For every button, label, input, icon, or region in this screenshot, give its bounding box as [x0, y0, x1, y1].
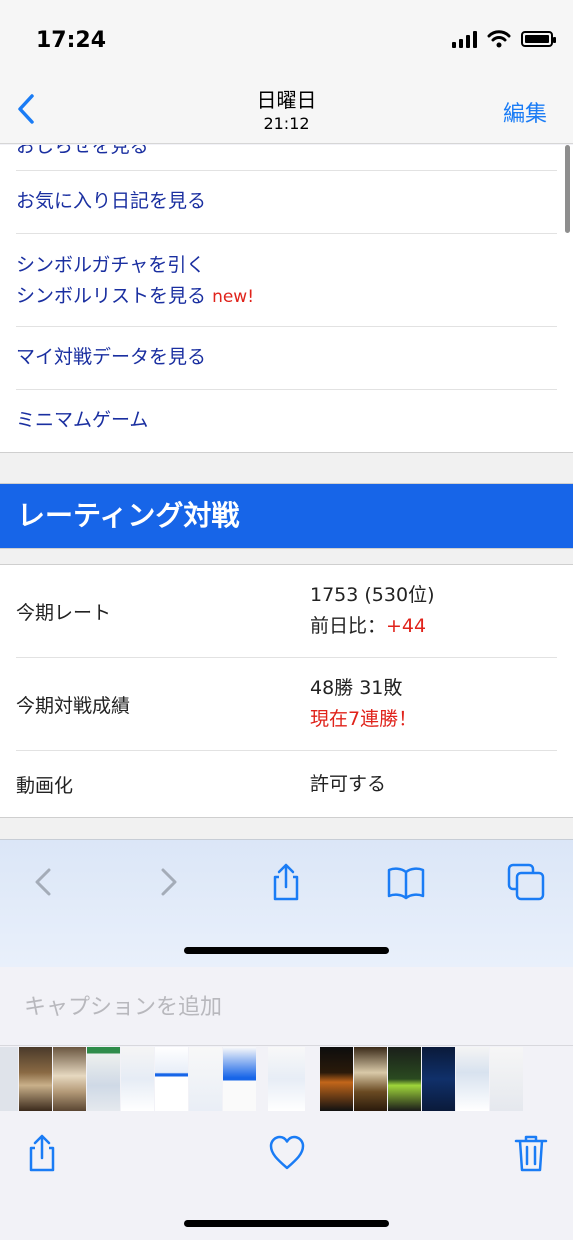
row-value: 1753 (530位) 前日比：+44: [310, 580, 434, 642]
menu-item-symbol-gacha[interactable]: シンボルガチャを引く シンボルリストを見る new!: [16, 234, 557, 327]
section-divider: [0, 817, 573, 839]
rating-row-video: 動画化 許可する: [16, 751, 557, 817]
photo-thumbnail[interactable]: [422, 1047, 455, 1111]
row-label: 今期対戦成績: [16, 694, 131, 717]
photo-thumbnail[interactable]: [87, 1047, 120, 1111]
photo-thumbnail[interactable]: [490, 1047, 523, 1111]
new-badge: new!: [212, 287, 255, 307]
photo-thumbnail-selected[interactable]: [268, 1047, 305, 1111]
photo-toolbar: [0, 1111, 573, 1240]
section-divider: [0, 452, 573, 484]
menu-item-battle-data[interactable]: マイ対戦データを見る: [16, 327, 557, 390]
menu-item-label: ミニマムゲーム: [16, 409, 149, 431]
row-label: 今期レート: [16, 601, 112, 624]
photo-thumbnail[interactable]: [388, 1047, 421, 1111]
browser-toolbar: [0, 839, 573, 967]
status-icons: [452, 30, 556, 48]
photo-thumbnail[interactable]: [0, 1047, 18, 1111]
forward-icon[interactable]: [148, 862, 188, 902]
photo-thumbnail[interactable]: [53, 1047, 86, 1111]
photo-thumbnail[interactable]: [456, 1047, 489, 1111]
photo-thumbnail[interactable]: [155, 1047, 188, 1111]
tabs-icon[interactable]: [506, 862, 546, 902]
menu-item-label: お気に入り日記を見る: [16, 190, 207, 212]
rate-value: 1753 (530位): [310, 584, 435, 606]
rating-section-header: レーティング対戦: [0, 484, 573, 548]
row-value: 許可する: [310, 772, 387, 795]
row-label: 動画化: [16, 774, 74, 797]
menu-item-partial[interactable]: おしらせを見る: [16, 145, 557, 171]
cellular-signal-icon: [452, 30, 477, 48]
thumbnail-strip[interactable]: [0, 1047, 573, 1111]
heart-icon[interactable]: [268, 1133, 306, 1173]
back-icon[interactable]: [24, 862, 64, 902]
photo-content: おしらせを見る お気に入り日記を見る シンボルガチャを引く シンボルリストを見る…: [0, 145, 573, 839]
home-indicator: [184, 947, 389, 954]
delta-label: 前日比：: [310, 615, 387, 637]
trash-icon[interactable]: [513, 1133, 549, 1173]
photo-thumbnail[interactable]: [223, 1047, 256, 1111]
menu-item-minimum-game[interactable]: ミニマムゲーム: [16, 390, 557, 452]
nav-title: 日曜日: [256, 88, 317, 112]
caption-field[interactable]: キャプションを追加: [0, 967, 573, 1046]
share-icon[interactable]: [266, 862, 306, 902]
edit-button[interactable]: 編集: [503, 96, 547, 128]
status-time: 17:24: [36, 28, 107, 53]
battery-icon: [521, 31, 556, 47]
home-indicator: [184, 1220, 389, 1227]
section-divider: [0, 548, 573, 565]
photo-thumbnail[interactable]: [354, 1047, 387, 1111]
wifi-icon: [487, 30, 511, 48]
rating-row-current-rate: 今期レート 1753 (530位) 前日比：+44: [16, 565, 557, 658]
rating-row-record: 今期対戦成績 48勝 31敗 現在7連勝！: [16, 658, 557, 751]
photo-thumbnail[interactable]: [19, 1047, 52, 1111]
caption-placeholder: キャプションを追加: [24, 995, 223, 1020]
photo-viewer-screen: 17:24 日曜日 21:12 編集 おしらせを見る お気に入り日記を見る シン…: [0, 0, 573, 1240]
menu-item-label: シンボルガチャを引く: [16, 254, 206, 276]
share-icon[interactable]: [24, 1133, 60, 1173]
scroll-indicator: [565, 145, 570, 233]
menu-item-label: シンボルリストを見る: [16, 285, 207, 307]
record-value: 48勝 31敗: [310, 677, 403, 699]
menu-item-label: おしらせを見る: [16, 145, 149, 157]
streak-value: 現在7連勝！: [310, 708, 418, 730]
delta-value: +44: [386, 615, 427, 637]
menu-item-favorite-diaries[interactable]: お気に入り日記を見る: [16, 171, 557, 234]
nav-subtitle: 21:12: [263, 114, 310, 133]
menu-item-label: マイ対戦データを見る: [16, 346, 207, 368]
bookmarks-icon[interactable]: [386, 862, 426, 902]
photo-thumbnail[interactable]: [189, 1047, 222, 1111]
row-value: 48勝 31敗 現在7連勝！: [310, 673, 417, 735]
navigation-bar: 日曜日 21:12 編集: [0, 80, 573, 144]
photo-thumbnail[interactable]: [121, 1047, 154, 1111]
photo-thumbnail[interactable]: [320, 1047, 353, 1111]
status-bar: 17:24: [0, 0, 573, 80]
